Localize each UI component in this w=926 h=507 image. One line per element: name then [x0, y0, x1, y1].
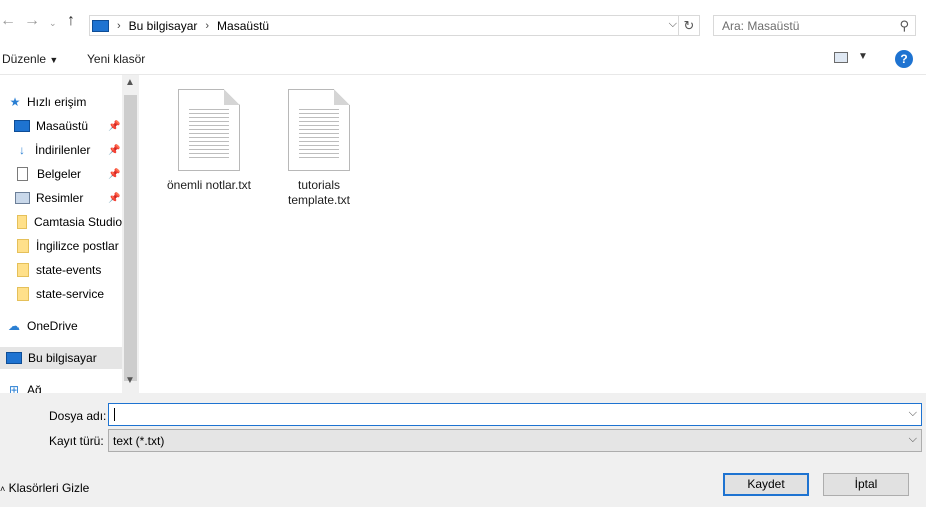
nav-item-ingilizce-postlar[interactable]: İngilizce postlar: [0, 235, 122, 257]
new-folder-button[interactable]: Yeni klasör: [87, 52, 145, 66]
nav-label: Bu bilgisayar: [28, 351, 97, 365]
nav-network[interactable]: ⊞ Ağ: [0, 379, 122, 393]
file-list-pane[interactable]: önemli notlar.txt tutorials template.txt: [139, 75, 926, 393]
file-type-value: text (*.txt): [113, 434, 165, 448]
search-input[interactable]: [714, 16, 892, 35]
search-icon[interactable]: ⚲: [899, 18, 909, 34]
organize-label: Düzenle: [2, 52, 47, 66]
nav-onedrive[interactable]: ☁ OneDrive: [0, 315, 122, 337]
folder-icon: [17, 215, 27, 229]
computer-icon: [92, 19, 109, 32]
nav-label: Camtasia Studio: [33, 215, 122, 229]
address-bar[interactable]: › Bu bilgisayar › Masaüstü ⌵ ↻: [89, 15, 700, 36]
chevron-down-icon[interactable]: ⌵: [909, 433, 917, 446]
file-name-combobox[interactable]: ⌵: [108, 403, 922, 426]
organize-menu-button[interactable]: Düzenle ▼: [2, 52, 58, 66]
back-arrow-icon[interactable]: ←: [0, 12, 16, 30]
breadcrumb-this-pc[interactable]: Bu bilgisayar: [129, 19, 198, 33]
pictures-icon: [15, 192, 30, 204]
nav-label: İndirilenler: [35, 143, 91, 157]
scrollbar-thumb[interactable]: [124, 95, 137, 381]
nav-quick-access[interactable]: ★ Hızlı erişim: [0, 91, 122, 113]
nav-label: Resimler: [36, 191, 84, 205]
hide-folders-toggle[interactable]: ˄ Klasörleri Gizle: [0, 481, 89, 495]
file-name-input[interactable]: [109, 404, 894, 425]
help-icon[interactable]: ?: [895, 50, 913, 68]
file-type-select[interactable]: text (*.txt) ⌵: [108, 429, 922, 452]
text-file-icon: [288, 89, 350, 171]
text-file-icon: [178, 89, 240, 171]
file-type-label: Kayıt türü:: [49, 434, 104, 448]
nav-label: state-events: [36, 263, 102, 277]
hide-folders-label: Klasörleri Gizle: [8, 481, 90, 495]
nav-label: Masaüstü: [36, 119, 89, 133]
scroll-up-icon[interactable]: ▲: [125, 77, 135, 88]
recent-locations-chevron-icon[interactable]: ⌄: [49, 18, 57, 29]
chevron-up-icon: ˄: [0, 484, 6, 494]
search-box[interactable]: ⚲: [713, 15, 916, 36]
pin-icon[interactable]: 📌: [108, 169, 120, 180]
nav-item-state-events[interactable]: state-events: [0, 259, 122, 281]
breadcrumb-chevron-icon[interactable]: ›: [205, 20, 209, 32]
chevron-down-icon: ▼: [49, 55, 59, 65]
folder-icon: [17, 263, 29, 277]
nav-item-pictures[interactable]: Resimler 📌: [0, 187, 122, 209]
up-arrow-icon[interactable]: ↑: [67, 12, 75, 30]
pin-icon[interactable]: 📌: [108, 193, 120, 204]
pin-icon[interactable]: 📌: [108, 145, 120, 156]
chevron-down-icon[interactable]: ⌵: [909, 407, 917, 420]
save-button[interactable]: Kaydet: [723, 473, 809, 496]
star-icon: ★: [9, 95, 21, 109]
file-name-label: Dosya adı:: [49, 409, 107, 423]
view-options-icon[interactable]: [834, 52, 848, 63]
address-row: ← → ⌄ ↑ › Bu bilgisayar › Masaüstü ⌵ ↻ ⚲: [0, 0, 926, 44]
cancel-button[interactable]: İptal: [823, 473, 909, 496]
nav-label: Belgeler: [37, 167, 82, 181]
download-icon: ↓: [19, 143, 25, 157]
nav-this-pc[interactable]: Bu bilgisayar: [0, 347, 122, 369]
folder-icon: [17, 287, 29, 301]
nav-item-downloads[interactable]: ↓ İndirilenler 📌: [0, 139, 122, 161]
nav-item-state-service[interactable]: state-service: [0, 283, 122, 305]
nav-item-camtasia-studio[interactable]: Camtasia Studio: [0, 211, 122, 233]
pin-icon[interactable]: 📌: [108, 121, 120, 132]
nav-item-documents[interactable]: Belgeler 📌: [0, 163, 122, 185]
address-dropdown-icon[interactable]: ⌵: [669, 18, 677, 31]
file-item[interactable]: önemli notlar.txt: [159, 89, 259, 193]
text-caret: [114, 408, 115, 421]
network-icon: ⊞: [8, 383, 20, 393]
file-item[interactable]: tutorials template.txt: [269, 89, 369, 208]
nav-label: İngilizce postlar: [36, 239, 119, 253]
nav-item-desktop[interactable]: Masaüstü 📌: [0, 115, 122, 137]
scroll-down-icon[interactable]: ▼: [125, 375, 135, 386]
nav-label: state-service: [36, 287, 105, 301]
file-name: önemli notlar.txt: [166, 178, 252, 192]
toolbar: Düzenle ▼ Yeni klasör: [0, 44, 926, 75]
forward-arrow-icon[interactable]: →: [24, 12, 40, 30]
documents-icon: [17, 167, 28, 181]
breadcrumb-desktop[interactable]: Masaüstü: [217, 19, 269, 33]
navigation-pane[interactable]: ★ Hızlı erişim Masaüstü 📌 ↓ İndirilenler…: [0, 75, 122, 393]
cloud-icon: ☁: [8, 319, 20, 333]
breadcrumb-chevron-icon[interactable]: ›: [117, 20, 121, 32]
nav-label: Hızlı erişim: [27, 95, 87, 109]
nav-label: OneDrive: [27, 319, 78, 333]
computer-icon: [6, 352, 22, 364]
refresh-icon[interactable]: ↻: [678, 16, 699, 35]
folder-icon: [17, 239, 29, 253]
nav-label: Ağ: [27, 383, 42, 393]
nav-scrollbar[interactable]: ▲ ▼: [122, 75, 139, 393]
view-options-dropdown-icon[interactable]: ▼: [858, 51, 868, 62]
file-name: tutorials template.txt: [287, 178, 351, 207]
desktop-icon: [14, 120, 30, 132]
